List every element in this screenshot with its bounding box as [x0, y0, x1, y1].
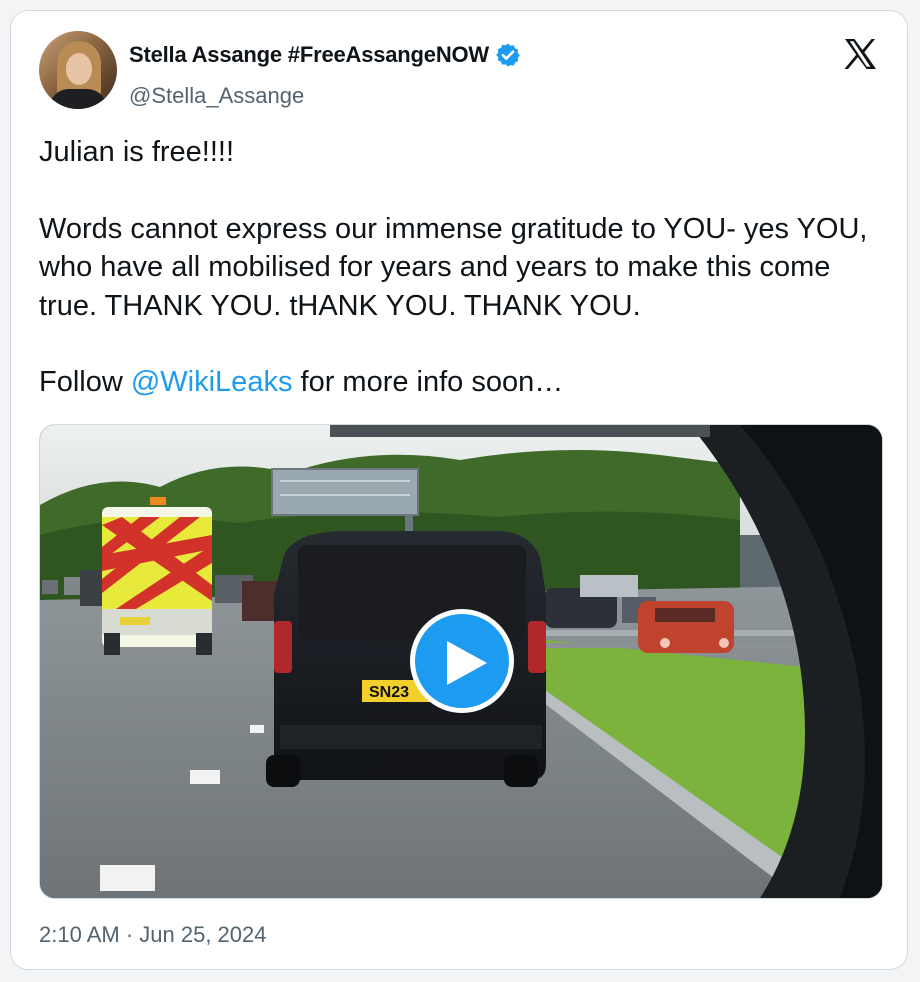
play-icon	[447, 641, 487, 685]
tweet-line-1: Julian is free!!!!	[39, 136, 235, 168]
verified-badge-icon	[495, 42, 521, 68]
author-name[interactable]: Stella Assange #FreeAssangeNOW	[129, 42, 489, 68]
avatar-shirt	[49, 89, 107, 109]
tweet-timestamp[interactable]: 2:10 AM · Jun 25, 2024	[39, 922, 267, 948]
tweet-text: Julian is free!!!! Words cannot express …	[39, 133, 889, 402]
license-plate-text: SN23	[369, 684, 409, 701]
x-logo-icon[interactable]	[843, 37, 877, 71]
author-handle[interactable]: @Stella_Assange	[129, 83, 304, 109]
tweet-line-2: Words cannot express our immense gratitu…	[39, 212, 868, 322]
tweet-card: Stella Assange #FreeAssangeNOW @Stella_A…	[10, 10, 908, 970]
avatar[interactable]	[39, 31, 117, 109]
line-spacer	[39, 172, 889, 210]
author-name-row: Stella Assange #FreeAssangeNOW	[129, 42, 521, 68]
follow-suffix: for more info soon…	[292, 366, 564, 398]
line-spacer	[39, 325, 889, 363]
wikileaks-mention-link[interactable]: @WikiLeaks	[131, 366, 293, 398]
tweet-line-3: Follow @WikiLeaks for more info soon…	[39, 363, 889, 402]
video-player[interactable]: SN23	[39, 424, 883, 899]
play-button[interactable]	[410, 609, 514, 713]
follow-prefix: Follow	[39, 366, 131, 398]
avatar-face	[66, 53, 92, 85]
